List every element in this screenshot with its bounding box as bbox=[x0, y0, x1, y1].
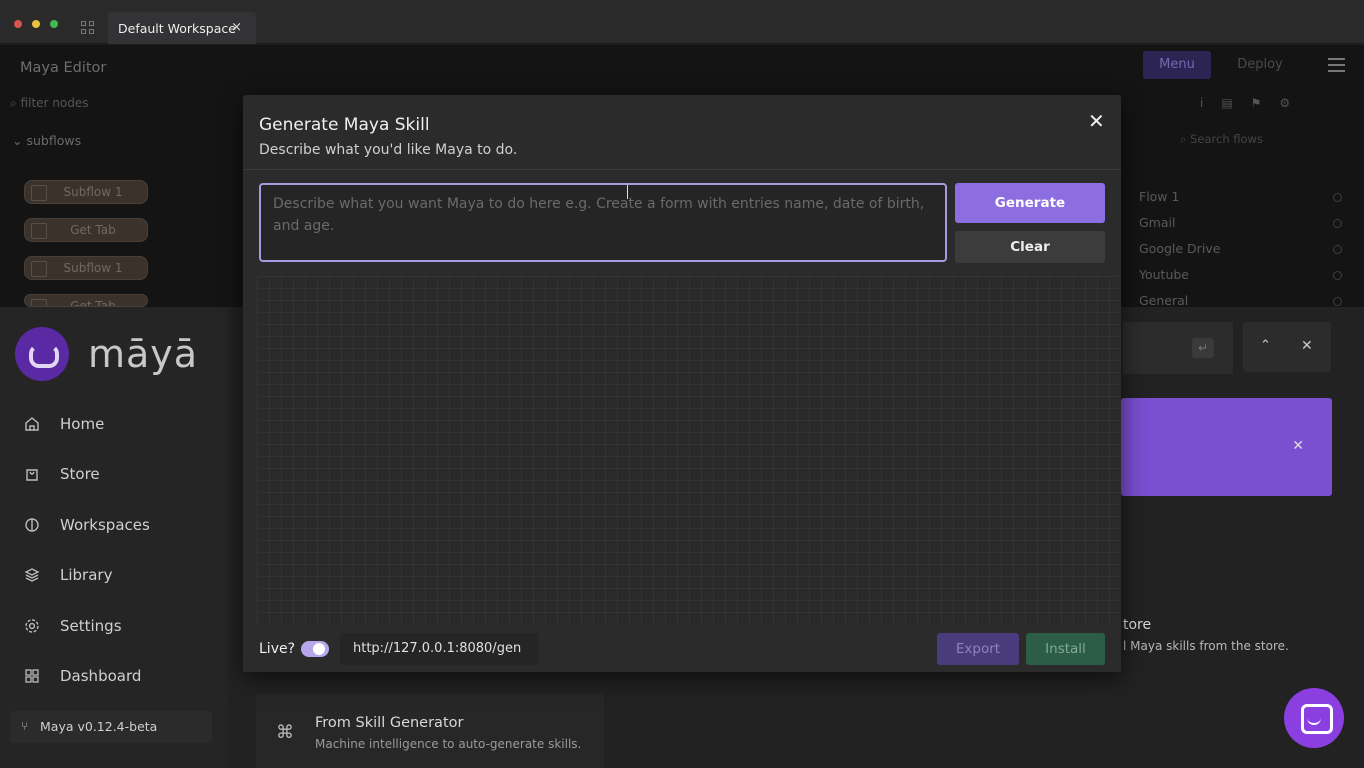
generate-skill-modal: Generate Maya Skill Describe what you'd … bbox=[243, 95, 1121, 672]
text-cursor-icon bbox=[625, 185, 631, 199]
version-badge[interactable]: ⑂ Maya v0.12.4-beta bbox=[10, 711, 212, 743]
chevron-up-icon[interactable]: ⌃ bbox=[1260, 338, 1271, 353]
apps-grid-icon[interactable] bbox=[81, 21, 95, 35]
export-button[interactable]: Export bbox=[937, 633, 1019, 665]
modal-title: Generate Maya Skill bbox=[259, 115, 430, 135]
palette-node[interactable]: Get Tab bbox=[24, 218, 148, 242]
deploy-button[interactable]: Deploy bbox=[1224, 51, 1296, 79]
branch-icon: ⑂ bbox=[21, 719, 29, 733]
editor-toolbar-icons[interactable]: i▤⚑⚙ bbox=[1200, 96, 1308, 110]
banner-card: ✕ bbox=[1121, 398, 1332, 496]
flow-status-icon bbox=[1333, 271, 1342, 280]
sidebar-item-label: Library bbox=[60, 566, 113, 584]
editor-title: Maya Editor bbox=[20, 60, 107, 76]
flow-item[interactable]: Gmail bbox=[1139, 215, 1175, 230]
filter-nodes-input[interactable]: ⌕ filter nodes bbox=[10, 96, 88, 111]
palette-node[interactable]: Subflow 1 bbox=[24, 180, 148, 204]
flow-item[interactable]: General bbox=[1139, 293, 1188, 307]
tab-default-workspace[interactable]: Default Workspace × bbox=[108, 12, 256, 44]
layers-icon bbox=[24, 568, 40, 582]
banner-close-icon[interactable]: ✕ bbox=[1292, 438, 1304, 454]
flow-item[interactable]: Google Drive bbox=[1139, 241, 1220, 256]
palette-node[interactable]: Get Tab bbox=[24, 294, 148, 307]
command-search-bar[interactable] bbox=[1123, 322, 1233, 374]
filter-nodes-placeholder: filter nodes bbox=[20, 96, 89, 110]
subflows-header[interactable]: ⌄ subflows bbox=[12, 133, 81, 148]
flow-status-icon bbox=[1333, 245, 1342, 254]
window-maximize-dot[interactable] bbox=[50, 20, 58, 28]
title-bar: Default Workspace × bbox=[0, 0, 1364, 44]
gear-icon bbox=[25, 619, 39, 633]
sidebar-item-label: Home bbox=[60, 415, 105, 433]
maya-logo-icon bbox=[15, 327, 69, 381]
flow-status-icon bbox=[1333, 219, 1342, 228]
search-flows-placeholder: Search flows bbox=[1190, 132, 1263, 146]
panel-controls bbox=[1243, 322, 1331, 372]
sidebar-item-home[interactable]: Home bbox=[24, 409, 224, 439]
panel-close-icon[interactable]: ✕ bbox=[1301, 338, 1313, 354]
install-button[interactable]: Install bbox=[1026, 633, 1105, 665]
live-toggle-knob bbox=[313, 643, 325, 655]
sidebar-item-label: Workspaces bbox=[60, 516, 150, 534]
app-root: Default Workspace × Maya Editor ⌕ filter… bbox=[0, 0, 1364, 768]
sidebar-item-dashboard[interactable]: Dashboard bbox=[24, 661, 224, 691]
enter-key-icon: ↵ bbox=[1192, 338, 1214, 358]
close-icon[interactable]: ✕ bbox=[1088, 109, 1105, 133]
generate-button[interactable]: Generate bbox=[955, 183, 1105, 223]
hamburger-menu-icon[interactable] bbox=[1328, 58, 1345, 72]
editor-menu-button[interactable]: Menu bbox=[1143, 51, 1211, 79]
flow-item[interactable]: Youtube bbox=[1139, 267, 1189, 282]
tab-close-icon[interactable]: × bbox=[231, 20, 242, 35]
palette-node[interactable]: Subflow 1 bbox=[24, 256, 148, 280]
version-label: Maya v0.12.4-beta bbox=[40, 719, 158, 734]
bag-icon bbox=[26, 469, 38, 481]
store-card-title: tore bbox=[1123, 617, 1152, 633]
sidebar-item-workspaces[interactable]: Workspaces bbox=[24, 510, 224, 540]
window-minimize-dot[interactable] bbox=[32, 20, 40, 28]
window-close-dot[interactable] bbox=[14, 20, 22, 28]
sidebar-item-label: Dashboard bbox=[60, 667, 142, 685]
command-icon: ⌘ bbox=[276, 722, 294, 743]
search-flows-input[interactable]: ⌕ Search flows bbox=[1180, 132, 1263, 147]
flow-item[interactable]: Flow 1 bbox=[1139, 189, 1179, 204]
skill-generator-title: From Skill Generator bbox=[315, 715, 464, 731]
grid-icon bbox=[25, 669, 39, 683]
sidebar-item-settings[interactable]: Settings bbox=[24, 611, 224, 641]
skill-generator-card[interactable] bbox=[256, 694, 604, 768]
flow-preview-canvas[interactable] bbox=[257, 276, 1119, 624]
skill-prompt-input[interactable] bbox=[259, 183, 947, 262]
store-card-description: l Maya skills from the store. bbox=[1123, 639, 1289, 653]
clear-button[interactable]: Clear bbox=[955, 231, 1105, 263]
sidebar-item-library[interactable]: Library bbox=[24, 560, 224, 590]
live-label: Live? bbox=[259, 641, 296, 657]
sidebar-item-label: Settings bbox=[60, 617, 122, 635]
flow-status-icon bbox=[1333, 193, 1342, 202]
sidebar-item-store[interactable]: Store bbox=[24, 459, 224, 489]
maya-logo-text: māyā bbox=[88, 332, 199, 376]
sidebar-item-label: Store bbox=[60, 465, 100, 483]
home-icon bbox=[25, 417, 39, 431]
chat-support-icon[interactable] bbox=[1284, 688, 1344, 748]
subflows-label: subflows bbox=[26, 133, 82, 148]
modal-divider bbox=[243, 169, 1121, 170]
flow-status-icon bbox=[1333, 297, 1342, 306]
workspaces-icon bbox=[25, 518, 39, 532]
tab-label: Default Workspace bbox=[118, 21, 236, 36]
skill-generator-description: Machine intelligence to auto-generate sk… bbox=[315, 737, 582, 751]
live-url-field[interactable]: http://127.0.0.1:8080/gen bbox=[340, 633, 538, 665]
modal-subtitle: Describe what you'd like Maya to do. bbox=[259, 142, 518, 158]
